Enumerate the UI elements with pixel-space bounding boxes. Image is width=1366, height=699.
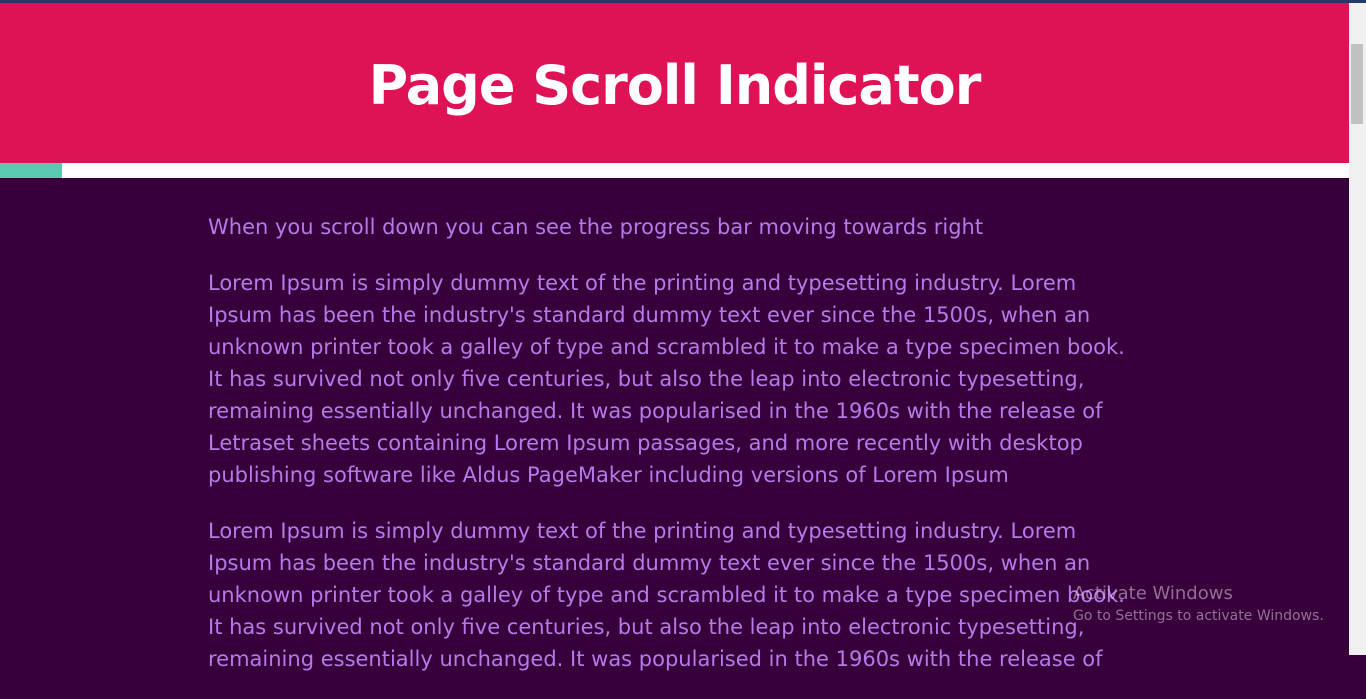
vertical-scrollbar[interactable] bbox=[1349, 3, 1366, 655]
page-title: Page Scroll Indicator bbox=[368, 53, 982, 117]
lorem-paragraph: Lorem Ipsum is simply dummy text of the … bbox=[208, 519, 1125, 671]
page-header: Page Scroll Indicator bbox=[0, 3, 1349, 163]
main-content: When you scroll down you can see the pro… bbox=[208, 211, 1138, 699]
lorem-paragraph: Lorem Ipsum is simply dummy text of the … bbox=[208, 271, 1125, 487]
scroll-progress-track bbox=[0, 163, 1349, 178]
intro-paragraph: When you scroll down you can see the pro… bbox=[208, 215, 984, 239]
scroll-progress-fill bbox=[0, 163, 63, 178]
scrollbar-thumb[interactable] bbox=[1351, 44, 1363, 124]
